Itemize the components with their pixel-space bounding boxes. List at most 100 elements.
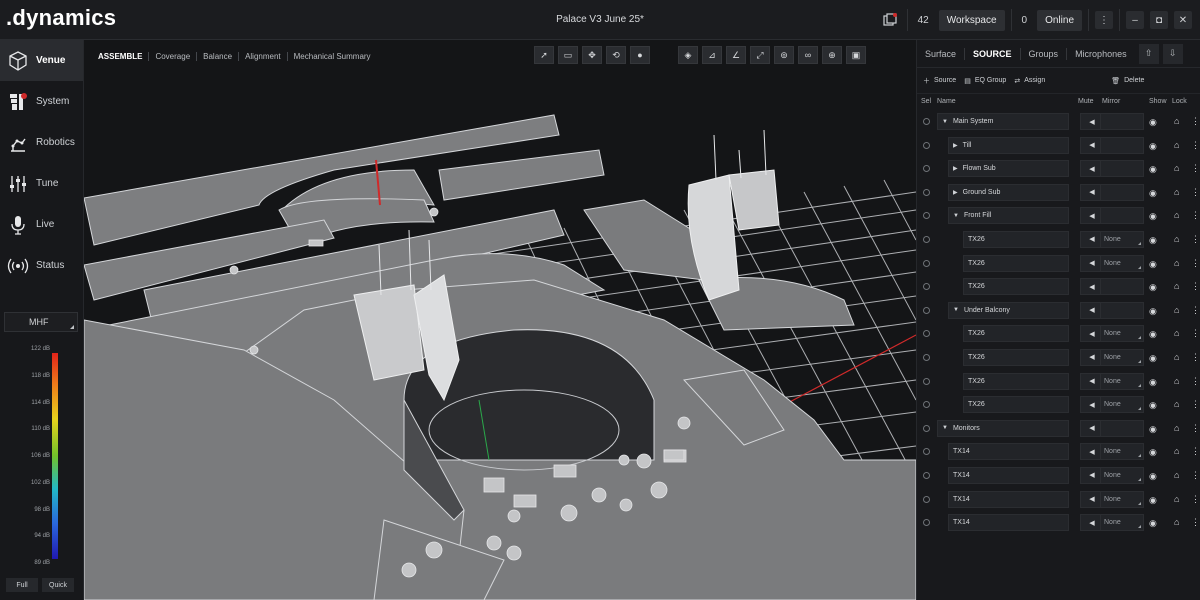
- source-name-cell[interactable]: ▼ Monitors: [937, 419, 1069, 437]
- unlock-icon[interactable]: ⌂: [1174, 234, 1179, 244]
- unlock-icon[interactable]: ⌂: [1174, 116, 1179, 126]
- eye-icon[interactable]: ◉: [1149, 164, 1157, 175]
- tab-coverage[interactable]: Coverage: [149, 52, 196, 61]
- expand-arrow-icon[interactable]: ▼: [942, 119, 948, 125]
- table-row[interactable]: ▶ Flown Sub ◀ ◉ ⌂ ⋮: [917, 157, 1200, 181]
- eye-icon[interactable]: ◉: [1149, 447, 1157, 458]
- more-icon[interactable]: ⋮: [1191, 423, 1200, 434]
- eye-icon[interactable]: ◉: [1149, 518, 1157, 529]
- unlock-icon[interactable]: ⌂: [1174, 446, 1179, 456]
- mirror-select[interactable]: [1100, 301, 1144, 319]
- tab-mechanical-summary[interactable]: Mechanical Summary: [288, 52, 377, 61]
- eq-group-button[interactable]: ▤ EQ Group: [964, 77, 1006, 85]
- source-name-cell[interactable]: ▼ Under Balcony: [948, 301, 1069, 319]
- table-row[interactable]: ▶ Ground Sub ◀ ◉ ⌂ ⋮: [917, 181, 1200, 205]
- eye-icon[interactable]: ◉: [1149, 471, 1157, 482]
- eye-icon[interactable]: ◉: [1149, 329, 1157, 340]
- close-icon[interactable]: ✕: [1174, 11, 1192, 29]
- more-menu-icon[interactable]: ⋮: [1095, 11, 1113, 29]
- select-radio[interactable]: [923, 141, 930, 149]
- table-row[interactable]: TX26 ◀ None ◉ ⌂ ⋮: [917, 228, 1200, 252]
- binoculars-icon[interactable]: ∞: [798, 46, 818, 64]
- mirror-select[interactable]: [1100, 419, 1144, 437]
- select-radio[interactable]: [923, 235, 930, 243]
- unlock-icon[interactable]: ⌂: [1174, 258, 1179, 268]
- table-row[interactable]: TX14 ◀ None ◉ ⌂ ⋮: [917, 440, 1200, 464]
- tab-groups[interactable]: Groups: [1021, 49, 1067, 59]
- expand-arrow-icon[interactable]: ▼: [953, 307, 959, 313]
- measure-icon[interactable]: ⊿: [702, 46, 722, 64]
- table-row[interactable]: TX14 ◀ None ◉ ⌂ ⋮: [917, 511, 1200, 535]
- expand-arrow-icon[interactable]: ▶: [953, 142, 958, 149]
- eye-icon[interactable]: ◉: [1149, 377, 1157, 388]
- table-row[interactable]: TX26 ◀ ◉ ⌂ ⋮: [917, 275, 1200, 299]
- tab-surface[interactable]: Surface: [917, 49, 964, 59]
- snap-icon[interactable]: ◈: [678, 46, 698, 64]
- pointer-icon[interactable]: ➚: [534, 46, 554, 64]
- more-icon[interactable]: ⋮: [1191, 163, 1200, 174]
- mirror-select[interactable]: None: [1100, 396, 1144, 414]
- more-icon[interactable]: ⋮: [1191, 399, 1200, 410]
- sidebar-item-system[interactable]: System: [0, 81, 83, 122]
- sphere-icon[interactable]: ●: [630, 46, 650, 64]
- assign-button[interactable]: ⇄ Assign: [1014, 77, 1045, 85]
- more-icon[interactable]: ⋮: [1191, 494, 1200, 505]
- move-icon[interactable]: ✥: [582, 46, 602, 64]
- table-row[interactable]: ▼ Front Fill ◀ ◉ ⌂ ⋮: [917, 204, 1200, 228]
- more-icon[interactable]: ⋮: [1191, 258, 1200, 269]
- source-name-cell[interactable]: TX26: [963, 348, 1069, 366]
- mirror-select[interactable]: None: [1100, 230, 1144, 248]
- select-radio[interactable]: [923, 495, 930, 503]
- select-radio[interactable]: [923, 519, 930, 527]
- unlock-icon[interactable]: ⌂: [1174, 470, 1179, 480]
- unlock-icon[interactable]: ⌂: [1174, 210, 1179, 220]
- sidebar-item-tune[interactable]: Tune: [0, 163, 83, 204]
- select-radio[interactable]: [923, 424, 930, 432]
- select-radio[interactable]: [923, 353, 930, 361]
- source-name-cell[interactable]: TX26: [963, 396, 1069, 414]
- mirror-select[interactable]: [1100, 136, 1144, 154]
- tab-assemble[interactable]: ASSEMBLE: [92, 52, 148, 61]
- source-name-cell[interactable]: ▶ Till: [948, 136, 1069, 154]
- more-icon[interactable]: ⋮: [1191, 116, 1200, 127]
- unlock-icon[interactable]: ⌂: [1174, 352, 1179, 362]
- tab-source[interactable]: SOURCE: [965, 49, 1020, 59]
- select-radio[interactable]: [923, 259, 930, 267]
- table-row[interactable]: TX26 ◀ None ◉ ⌂ ⋮: [917, 393, 1200, 417]
- eye-icon[interactable]: ◉: [1149, 495, 1157, 506]
- unlock-icon[interactable]: ⌂: [1174, 517, 1179, 527]
- more-icon[interactable]: ⋮: [1191, 140, 1200, 151]
- more-icon[interactable]: ⋮: [1191, 352, 1200, 363]
- unlock-icon[interactable]: ⌂: [1174, 399, 1179, 409]
- unlock-icon[interactable]: ⌂: [1174, 423, 1179, 433]
- mirror-select[interactable]: None: [1100, 490, 1144, 508]
- mirror-select[interactable]: [1100, 278, 1144, 296]
- notifications-icon[interactable]: [879, 9, 901, 31]
- unlock-icon[interactable]: ⌂: [1174, 140, 1179, 150]
- table-row[interactable]: TX14 ◀ None ◉ ⌂ ⋮: [917, 488, 1200, 512]
- import-icon[interactable]: ⇩: [1162, 43, 1183, 64]
- rotate-icon[interactable]: ⟲: [606, 46, 626, 64]
- more-icon[interactable]: ⋮: [1191, 446, 1200, 457]
- table-row[interactable]: TX26 ◀ None ◉ ⌂ ⋮: [917, 252, 1200, 276]
- table-row[interactable]: ▶ Till ◀ ◉ ⌂ ⋮: [917, 134, 1200, 158]
- frequency-select[interactable]: MHF: [4, 312, 78, 332]
- tab-balance[interactable]: Balance: [197, 52, 238, 61]
- source-name-cell[interactable]: TX26: [963, 230, 1069, 248]
- more-icon[interactable]: ⋮: [1191, 234, 1200, 245]
- table-row[interactable]: TX26 ◀ None ◉ ⌂ ⋮: [917, 322, 1200, 346]
- add-source-button[interactable]: ＋ Source: [923, 76, 956, 86]
- eye-icon[interactable]: ◉: [1149, 400, 1157, 411]
- unlock-icon[interactable]: ⌂: [1174, 281, 1179, 291]
- venue-3d-viewport[interactable]: ASSEMBLE Coverage Balance Alignment Mech…: [84, 40, 916, 600]
- mirror-select[interactable]: None: [1100, 466, 1144, 484]
- select-radio[interactable]: [923, 401, 930, 409]
- select-radio[interactable]: [923, 212, 930, 220]
- table-row[interactable]: ▼ Main System ◀ ◉ ⌂ ⋮: [917, 110, 1200, 134]
- online-button[interactable]: Online: [1037, 9, 1082, 31]
- more-icon[interactable]: ⋮: [1191, 470, 1200, 481]
- select-radio[interactable]: [923, 283, 930, 291]
- sidebar-item-live[interactable]: Live: [0, 204, 83, 245]
- source-name-cell[interactable]: ▼ Main System: [937, 113, 1069, 130]
- angle-icon[interactable]: ∠: [726, 46, 746, 64]
